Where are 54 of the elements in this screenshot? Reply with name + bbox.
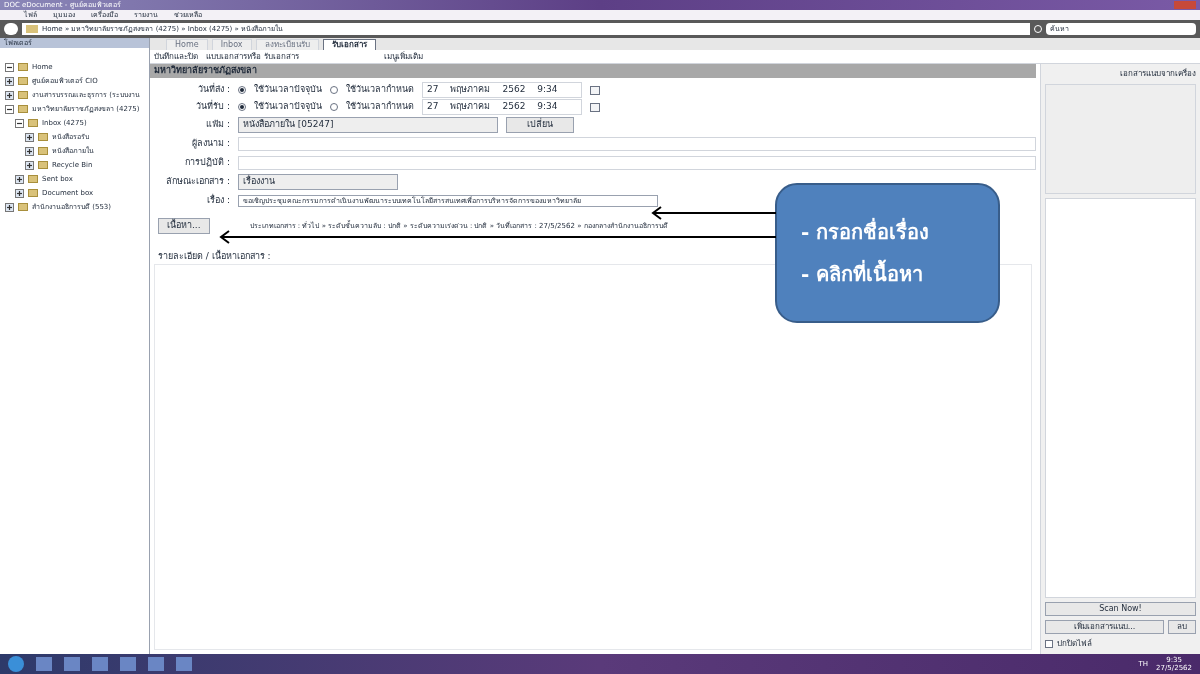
arrow-icon	[650, 206, 778, 220]
change-button[interactable]: เปลี่ยน	[506, 117, 574, 133]
field-label: ลักษณะเอกสาร :	[165, 175, 230, 189]
radio-button[interactable]	[330, 103, 338, 111]
template-dropdown[interactable]: แบบเอกสารหรือ รับเอกสาร	[206, 50, 376, 63]
checkbox-label: ปกปิดไฟล์	[1057, 638, 1092, 650]
expander-icon[interactable]	[25, 132, 34, 142]
field-label: วันที่ส่ง :	[197, 83, 230, 97]
folder-dropdown[interactable]: หนังสือภายใน [05247]	[238, 117, 498, 133]
expander-icon[interactable]	[15, 118, 24, 128]
arrow-icon	[218, 230, 778, 244]
checkbox[interactable]	[1045, 640, 1053, 648]
date-field[interactable]: 27 พฤษภาคม 2562 9:34	[422, 82, 582, 98]
add-attachment-button[interactable]: เพิ่มเอกสารแนบ...	[1045, 620, 1164, 634]
field-label: แฟ้ม :	[205, 118, 230, 132]
expander-icon[interactable]	[25, 160, 34, 170]
expander-icon[interactable]	[5, 104, 14, 114]
field-label: วันที่รับ :	[195, 100, 230, 114]
field-label: การปฏิบัติ :	[184, 156, 230, 170]
field-label: เรื่อง :	[206, 194, 230, 208]
expander-icon[interactable]	[15, 188, 24, 198]
radio-button[interactable]	[330, 86, 338, 94]
content-button[interactable]: เนื้อหา...	[158, 218, 210, 234]
radio-label: ใช้วันเวลาปัจจุบัน	[254, 100, 322, 114]
radio-button[interactable]	[238, 103, 246, 111]
delete-button[interactable]: ลบ	[1168, 620, 1196, 634]
expander-icon[interactable]	[25, 146, 34, 156]
radio-label: ใช้วันเวลากำหนด	[346, 100, 414, 114]
expander-icon[interactable]	[5, 202, 14, 212]
radio-label: ใช้วันเวลาปัจจุบัน	[254, 83, 322, 97]
field-label: รายละเอียด / เนื้อหาเอกสาร :	[158, 250, 271, 263]
date-field[interactable]: 27 พฤษภาคม 2562 9:34	[422, 99, 582, 115]
input-field[interactable]	[238, 156, 1036, 170]
more-menu-button[interactable]: เมนูเพิ่มเติม	[384, 50, 423, 63]
expander-icon[interactable]	[5, 62, 14, 72]
section-heading: มหาวิทยาลัยราชภัฏสงขลา	[154, 64, 257, 78]
expander-icon[interactable]	[5, 90, 14, 100]
input-field[interactable]	[238, 137, 1036, 151]
scan-button[interactable]: Scan Now!	[1045, 602, 1196, 616]
save-close-button[interactable]: บันทึกและปิด	[154, 50, 198, 63]
tab[interactable]: Inbox	[211, 39, 252, 50]
panel-title: เอกสารแนบจากเครื่อง	[1120, 68, 1196, 80]
doctype-dropdown[interactable]: เรื่องงาน	[238, 174, 398, 190]
start-button[interactable]	[8, 656, 24, 672]
tab[interactable]: รับเอกสาร	[322, 39, 376, 50]
callout-text: - กรอกชื่อเรื่อง	[801, 217, 931, 246]
radio-label: ใช้วันเวลากำหนด	[346, 83, 414, 97]
field-label: ผู้ลงนาม :	[191, 137, 230, 151]
radio-button[interactable]	[238, 86, 246, 94]
expander-icon[interactable]	[15, 174, 24, 184]
tab[interactable]: Home	[166, 39, 208, 50]
callout-text: - คลิกที่เนื้อหา	[801, 259, 974, 289]
tab[interactable]: ลงทะเบียนรับ	[255, 39, 319, 50]
expander-icon[interactable]	[5, 76, 14, 86]
